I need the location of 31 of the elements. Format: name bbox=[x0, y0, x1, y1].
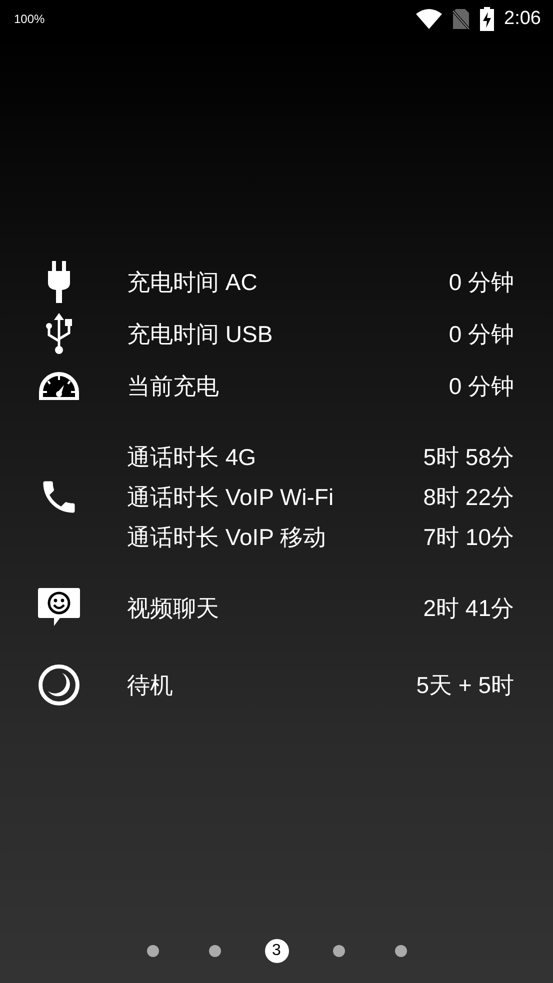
stat-label: 通话时长 VoIP 移动 bbox=[127, 522, 326, 552]
stat-value: 5天 + 5时 bbox=[416, 670, 514, 700]
no-sim-icon bbox=[452, 8, 470, 30]
plug-icon bbox=[46, 261, 72, 303]
stat-label: 视频聊天 bbox=[127, 594, 219, 622]
stat-value: 0 分钟 bbox=[448, 320, 514, 348]
stat-value: 0 分钟 bbox=[448, 268, 514, 296]
stat-label: 通话时长 4G bbox=[127, 442, 256, 472]
page-indicator-dot[interactable] bbox=[146, 945, 158, 957]
battery-charging-icon bbox=[480, 7, 494, 31]
battery-percent: 100% bbox=[14, 12, 45, 26]
smiley-chat-icon bbox=[38, 588, 80, 628]
stat-label: 充电时间 USB bbox=[127, 320, 273, 348]
stat-label: 待机 bbox=[127, 670, 173, 700]
stat-value: 5时 58分 bbox=[423, 442, 514, 472]
stat-value: 0 分钟 bbox=[448, 372, 514, 400]
stat-value: 8时 22分 bbox=[423, 482, 514, 512]
page-indicator-current[interactable]: 3 bbox=[264, 939, 288, 963]
clock-time: 2:06 bbox=[504, 8, 541, 30]
moon-icon bbox=[38, 664, 80, 706]
usb-icon bbox=[45, 313, 73, 355]
wifi-icon bbox=[416, 9, 442, 29]
page-indicator-dot[interactable] bbox=[394, 945, 406, 957]
stat-label: 当前充电 bbox=[127, 372, 219, 400]
stat-label: 通话时长 VoIP Wi-Fi bbox=[127, 482, 334, 512]
stat-label: 充电时间 AC bbox=[127, 268, 258, 296]
page-indicator-dot[interactable] bbox=[332, 945, 344, 957]
stat-value: 7时 10分 bbox=[423, 522, 514, 552]
gauge-icon bbox=[38, 371, 80, 401]
stat-value: 2时 41分 bbox=[423, 594, 514, 622]
page-indicator-dot[interactable] bbox=[208, 945, 220, 957]
